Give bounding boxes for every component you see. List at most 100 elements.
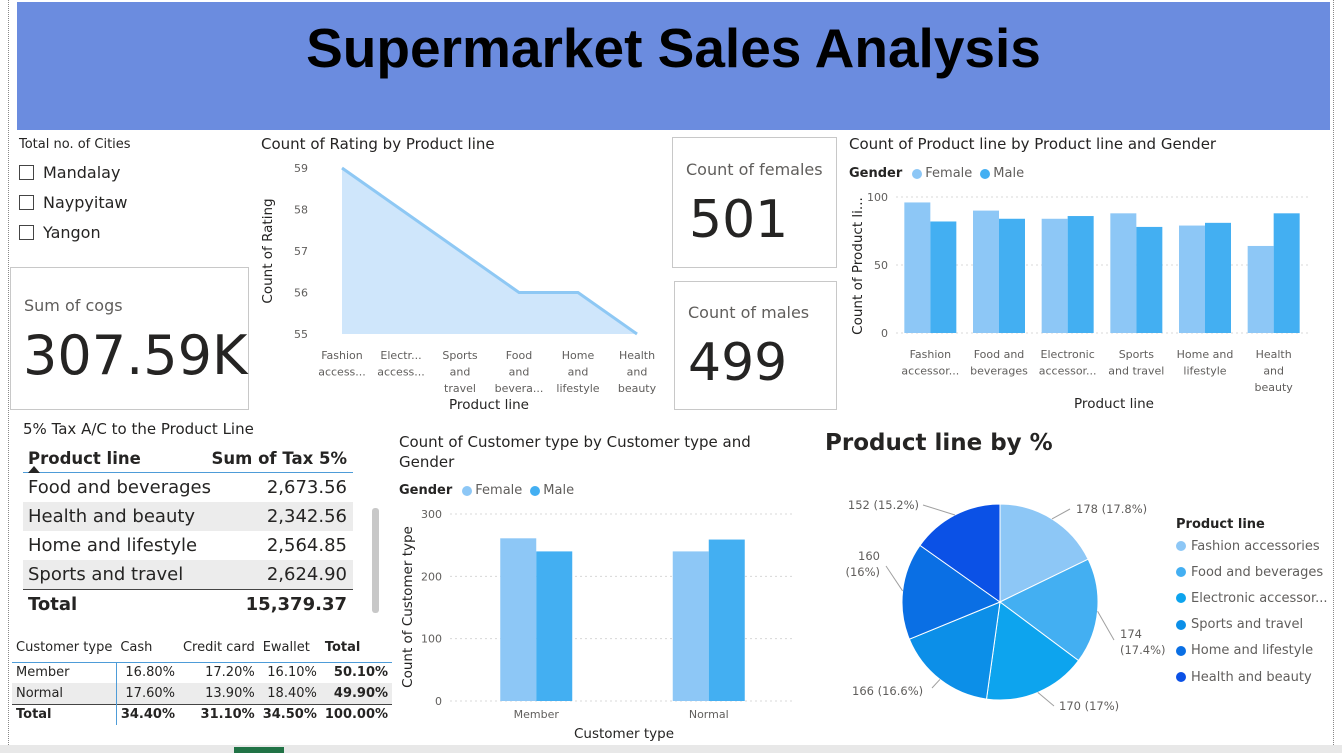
product-line-cell: Health and beauty xyxy=(28,506,196,527)
checkbox-icon[interactable] xyxy=(19,194,34,210)
males-card[interactable]: Count of males 499 xyxy=(674,281,837,410)
total-label: Total xyxy=(28,593,78,615)
legend-dot-icon xyxy=(1176,567,1186,578)
checkbox-icon[interactable] xyxy=(19,224,34,240)
header-cell[interactable]: Customer type xyxy=(12,634,117,663)
legend-female[interactable]: Female xyxy=(475,483,522,498)
customer-chart[interactable]: 0 100 200 300 Member Normal Customer type Count… xyxy=(395,500,805,745)
table-scrollbar[interactable] xyxy=(372,508,379,613)
x-tick-line: Electr... xyxy=(380,349,421,362)
header-cell[interactable]: Ewallet xyxy=(258,634,321,663)
x-tick-line: and xyxy=(627,366,648,379)
female-dot-icon xyxy=(462,485,473,496)
header-cell[interactable]: Credit card xyxy=(178,634,259,663)
header-cell[interactable]: Total xyxy=(320,634,393,663)
bar-male xyxy=(1136,226,1163,333)
females-card[interactable]: Count of females 501 xyxy=(672,137,837,268)
data-label-line: (17.4%) xyxy=(1120,643,1166,657)
y-tick-label: 0 xyxy=(435,695,442,708)
data-label: 170 (17%) xyxy=(1059,699,1119,713)
y-tick-label: 50 xyxy=(874,259,888,272)
tax-table-title: 5% Tax A/C to the Product Line xyxy=(23,420,254,438)
y-tick-label: 58 xyxy=(294,204,308,217)
table-row: Health and beauty 2,342.56 xyxy=(23,502,353,531)
slicer-item-label: Yangon xyxy=(43,222,101,242)
product-line-cell: Home and lifestyle xyxy=(28,535,198,556)
x-tick-line: bevera... xyxy=(495,382,544,395)
x-tick-line: accessor... xyxy=(1039,365,1097,378)
header-product-line[interactable]: Product line xyxy=(28,449,141,468)
x-tick-label: Fashion access... xyxy=(318,349,366,379)
table-row: Sports and travel 2,624.90 xyxy=(23,560,353,589)
slicer-item-label: Mandalay xyxy=(43,162,121,182)
legend-label: Fashion accessories xyxy=(1191,538,1320,554)
x-tick-label: Electronic accessor... xyxy=(1039,348,1097,378)
card-label: Sum of cogs xyxy=(24,296,123,315)
x-tick-line: and xyxy=(509,366,530,379)
data-label: 178 (17.8%) xyxy=(1076,502,1147,516)
slicer-item-naypyitaw[interactable]: Naypyitaw xyxy=(19,187,219,217)
x-tick-label: Home and lifestyle xyxy=(556,349,599,395)
table-total-row: Total 34.40% 31.10% 34.50% 100.00% xyxy=(12,703,393,725)
legend-item[interactable]: Health and beauty xyxy=(1176,664,1328,690)
y-tick-label: 59 xyxy=(294,162,308,175)
data-label: 174 (17.4%) xyxy=(1120,627,1166,657)
header-cell[interactable]: Cash xyxy=(116,634,179,663)
legend-female[interactable]: Female xyxy=(925,166,972,181)
x-tick-label: Electr... access... xyxy=(377,349,425,379)
page-tab[interactable] xyxy=(234,747,284,753)
product-line-cell: Food and beverages xyxy=(28,477,212,498)
x-tick-line: and xyxy=(450,366,471,379)
leader-line xyxy=(922,504,956,516)
y-tick-label: 55 xyxy=(294,328,308,341)
x-tick-line: Food and xyxy=(974,348,1025,361)
x-tick-label: Health and beauty xyxy=(1255,348,1294,394)
header-sum-tax[interactable]: Sum of Tax 5% xyxy=(212,449,348,468)
legend-item[interactable]: Home and lifestyle xyxy=(1176,638,1328,664)
cogs-card[interactable]: Sum of cogs 307.59K xyxy=(10,267,249,410)
page-tab-bar xyxy=(0,745,1342,753)
x-tick-line: Sports xyxy=(1119,348,1155,361)
x-tick-label: Sports and travel xyxy=(1108,348,1164,378)
legend-male[interactable]: Male xyxy=(543,483,574,498)
table-cell: 16.10% xyxy=(267,665,317,681)
x-tick-label: Food and bevera... xyxy=(495,349,544,395)
legend-item[interactable]: Electronic accessor... xyxy=(1176,585,1328,611)
legend-title: Gender xyxy=(849,166,903,181)
legend-item[interactable]: Sports and travel xyxy=(1176,612,1328,638)
pie-legend-items: Fashion accessories Food and beverages Ele… xyxy=(1176,533,1328,690)
legend-dot-icon xyxy=(1176,541,1186,552)
data-label: 166 (16.6%) xyxy=(852,684,923,698)
gender-chart[interactable]: 0 50 100 Fashion accessor... Food and beverage… xyxy=(845,185,1315,415)
tax-value-cell: 2,673.56 xyxy=(266,477,347,498)
legend-male[interactable]: Male xyxy=(993,166,1024,181)
x-tick-line: access... xyxy=(318,366,366,379)
slicer-item-yangon[interactable]: Yangon xyxy=(19,217,219,247)
gender-legend: Gender Female Male xyxy=(849,166,1024,181)
pie-chart[interactable]: 178 (17.8%) 174 (17.4%) 170 (17%) 166 (16.6%… xyxy=(820,470,1170,740)
bar-female xyxy=(1179,225,1205,333)
table-cell: 17.20% xyxy=(205,665,255,681)
data-label-line: 152 (15.2%) xyxy=(848,498,919,512)
x-tick-line: beauty xyxy=(1255,381,1294,394)
legend-item[interactable]: Food and beverages xyxy=(1176,559,1328,585)
sort-ascending-icon[interactable] xyxy=(28,466,40,473)
legend-title: Gender xyxy=(399,483,453,498)
tax-table[interactable]: Product line Sum of Tax 5% Food and beve… xyxy=(23,444,353,618)
table-cell: 18.40% xyxy=(258,683,321,704)
rating-chart[interactable]: 55 56 57 58 59 Fashion access... Electr... acces… xyxy=(255,150,665,415)
total-value: 15,379.37 xyxy=(245,593,347,615)
x-tick-label: Food and beverages xyxy=(970,348,1028,378)
payment-table[interactable]: Customer type Cash Credit card Ewallet T… xyxy=(12,634,393,725)
table-header-row: Customer type Cash Credit card Ewallet T… xyxy=(12,634,393,663)
legend-item[interactable]: Fashion accessories xyxy=(1176,533,1328,559)
bar-male xyxy=(1273,213,1300,333)
leader-line xyxy=(931,679,941,689)
checkbox-icon[interactable] xyxy=(19,164,34,180)
legend-label: Home and lifestyle xyxy=(1191,643,1314,659)
slicer-item-mandalay[interactable]: Mandalay xyxy=(19,157,219,187)
legend-label: Health and beauty xyxy=(1191,669,1312,685)
y-tick-label: 56 xyxy=(294,287,308,300)
y-tick-label: 100 xyxy=(867,191,888,204)
x-tick-label: Health and beauty xyxy=(618,349,657,395)
